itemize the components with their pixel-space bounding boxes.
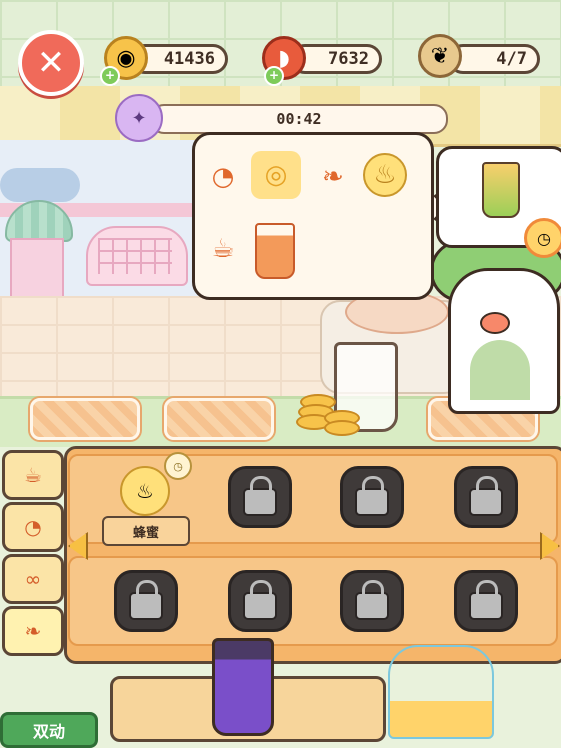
- locked-slot[interactable]: [454, 570, 518, 632]
- close-icon: ✕: [36, 43, 66, 83]
- lock-icon: [469, 476, 503, 516]
- cup-tab[interactable]: ☕: [2, 450, 64, 500]
- lemon-slices-icon: ◎: [251, 151, 301, 199]
- category-tabs: ☕ ◔ ∞ ❧: [0, 450, 64, 660]
- almond-icon: ❧: [322, 162, 344, 192]
- action-button[interactable]: 双动: [0, 712, 98, 748]
- shop-door: [10, 238, 64, 298]
- nuts-icon: ∞: [24, 567, 42, 591]
- cup-icon: ☕: [24, 463, 42, 487]
- honey-jar-icon: ♨: [136, 479, 154, 503]
- honey-jar-icon: ♨: [363, 153, 407, 197]
- nuts-tab[interactable]: ∞: [2, 554, 64, 604]
- clock-icon: ◷: [524, 218, 561, 258]
- lock-icon: [243, 580, 277, 620]
- lock-icon: [243, 476, 277, 516]
- recipe-bubble: ◔ ◎ ❧ ♨ ☕: [192, 132, 434, 300]
- bag-icon: ❦: [418, 34, 462, 78]
- locked-slot[interactable]: [340, 570, 404, 632]
- almond-tab[interactable]: ❧: [2, 606, 64, 656]
- orange-icon: ◔: [24, 515, 42, 539]
- iced-drink-icon: [482, 162, 520, 218]
- close-button[interactable]: ✕: [18, 30, 84, 96]
- locked-slot[interactable]: [454, 466, 518, 528]
- honey-jar-item[interactable]: ♨: [120, 466, 170, 516]
- counter-plate[interactable]: [30, 398, 140, 440]
- customer-body: [470, 340, 530, 400]
- cup-icon: ☕: [211, 234, 235, 264]
- timer-value: 00:42: [276, 110, 322, 128]
- locked-slot[interactable]: [228, 466, 292, 528]
- coin-icon: [324, 420, 360, 436]
- lock-icon: [469, 580, 503, 620]
- item-label-text: 蜂蜜: [132, 525, 159, 541]
- bag-counter: 4/7: [448, 44, 540, 74]
- counter-plate[interactable]: [164, 398, 274, 440]
- customer-nose: [480, 312, 510, 334]
- lock-icon: [129, 580, 163, 620]
- lock-icon: [355, 580, 389, 620]
- locked-slot[interactable]: [340, 466, 404, 528]
- shop-window-grid: [98, 238, 172, 274]
- action-button-label: 双动: [32, 722, 65, 741]
- bird-icon: ✦: [115, 94, 163, 142]
- shop-sign: [0, 168, 80, 202]
- shaker-glass[interactable]: [388, 645, 494, 739]
- orange-tab[interactable]: ◔: [2, 502, 64, 552]
- locked-slot[interactable]: [114, 570, 178, 632]
- lock-icon: [355, 476, 389, 516]
- orange-juice-glass-icon: [255, 223, 295, 279]
- almond-icon: ❧: [24, 619, 42, 643]
- add-meat-icon[interactable]: +: [264, 66, 284, 86]
- clock-icon: ◷: [164, 452, 192, 480]
- grape-drink-cup[interactable]: [212, 638, 274, 736]
- bag-count: 4/7: [496, 49, 527, 69]
- item-label: 蜂蜜: [102, 516, 190, 546]
- coin-count: 41436: [163, 49, 215, 69]
- meat-count: 7632: [328, 49, 369, 69]
- coin-stack[interactable]: [296, 392, 360, 436]
- add-coins-icon[interactable]: +: [100, 66, 120, 86]
- timer-bar: 00:42: [150, 104, 448, 134]
- locked-slot[interactable]: [228, 570, 292, 632]
- orange-icon: ◔: [211, 162, 235, 192]
